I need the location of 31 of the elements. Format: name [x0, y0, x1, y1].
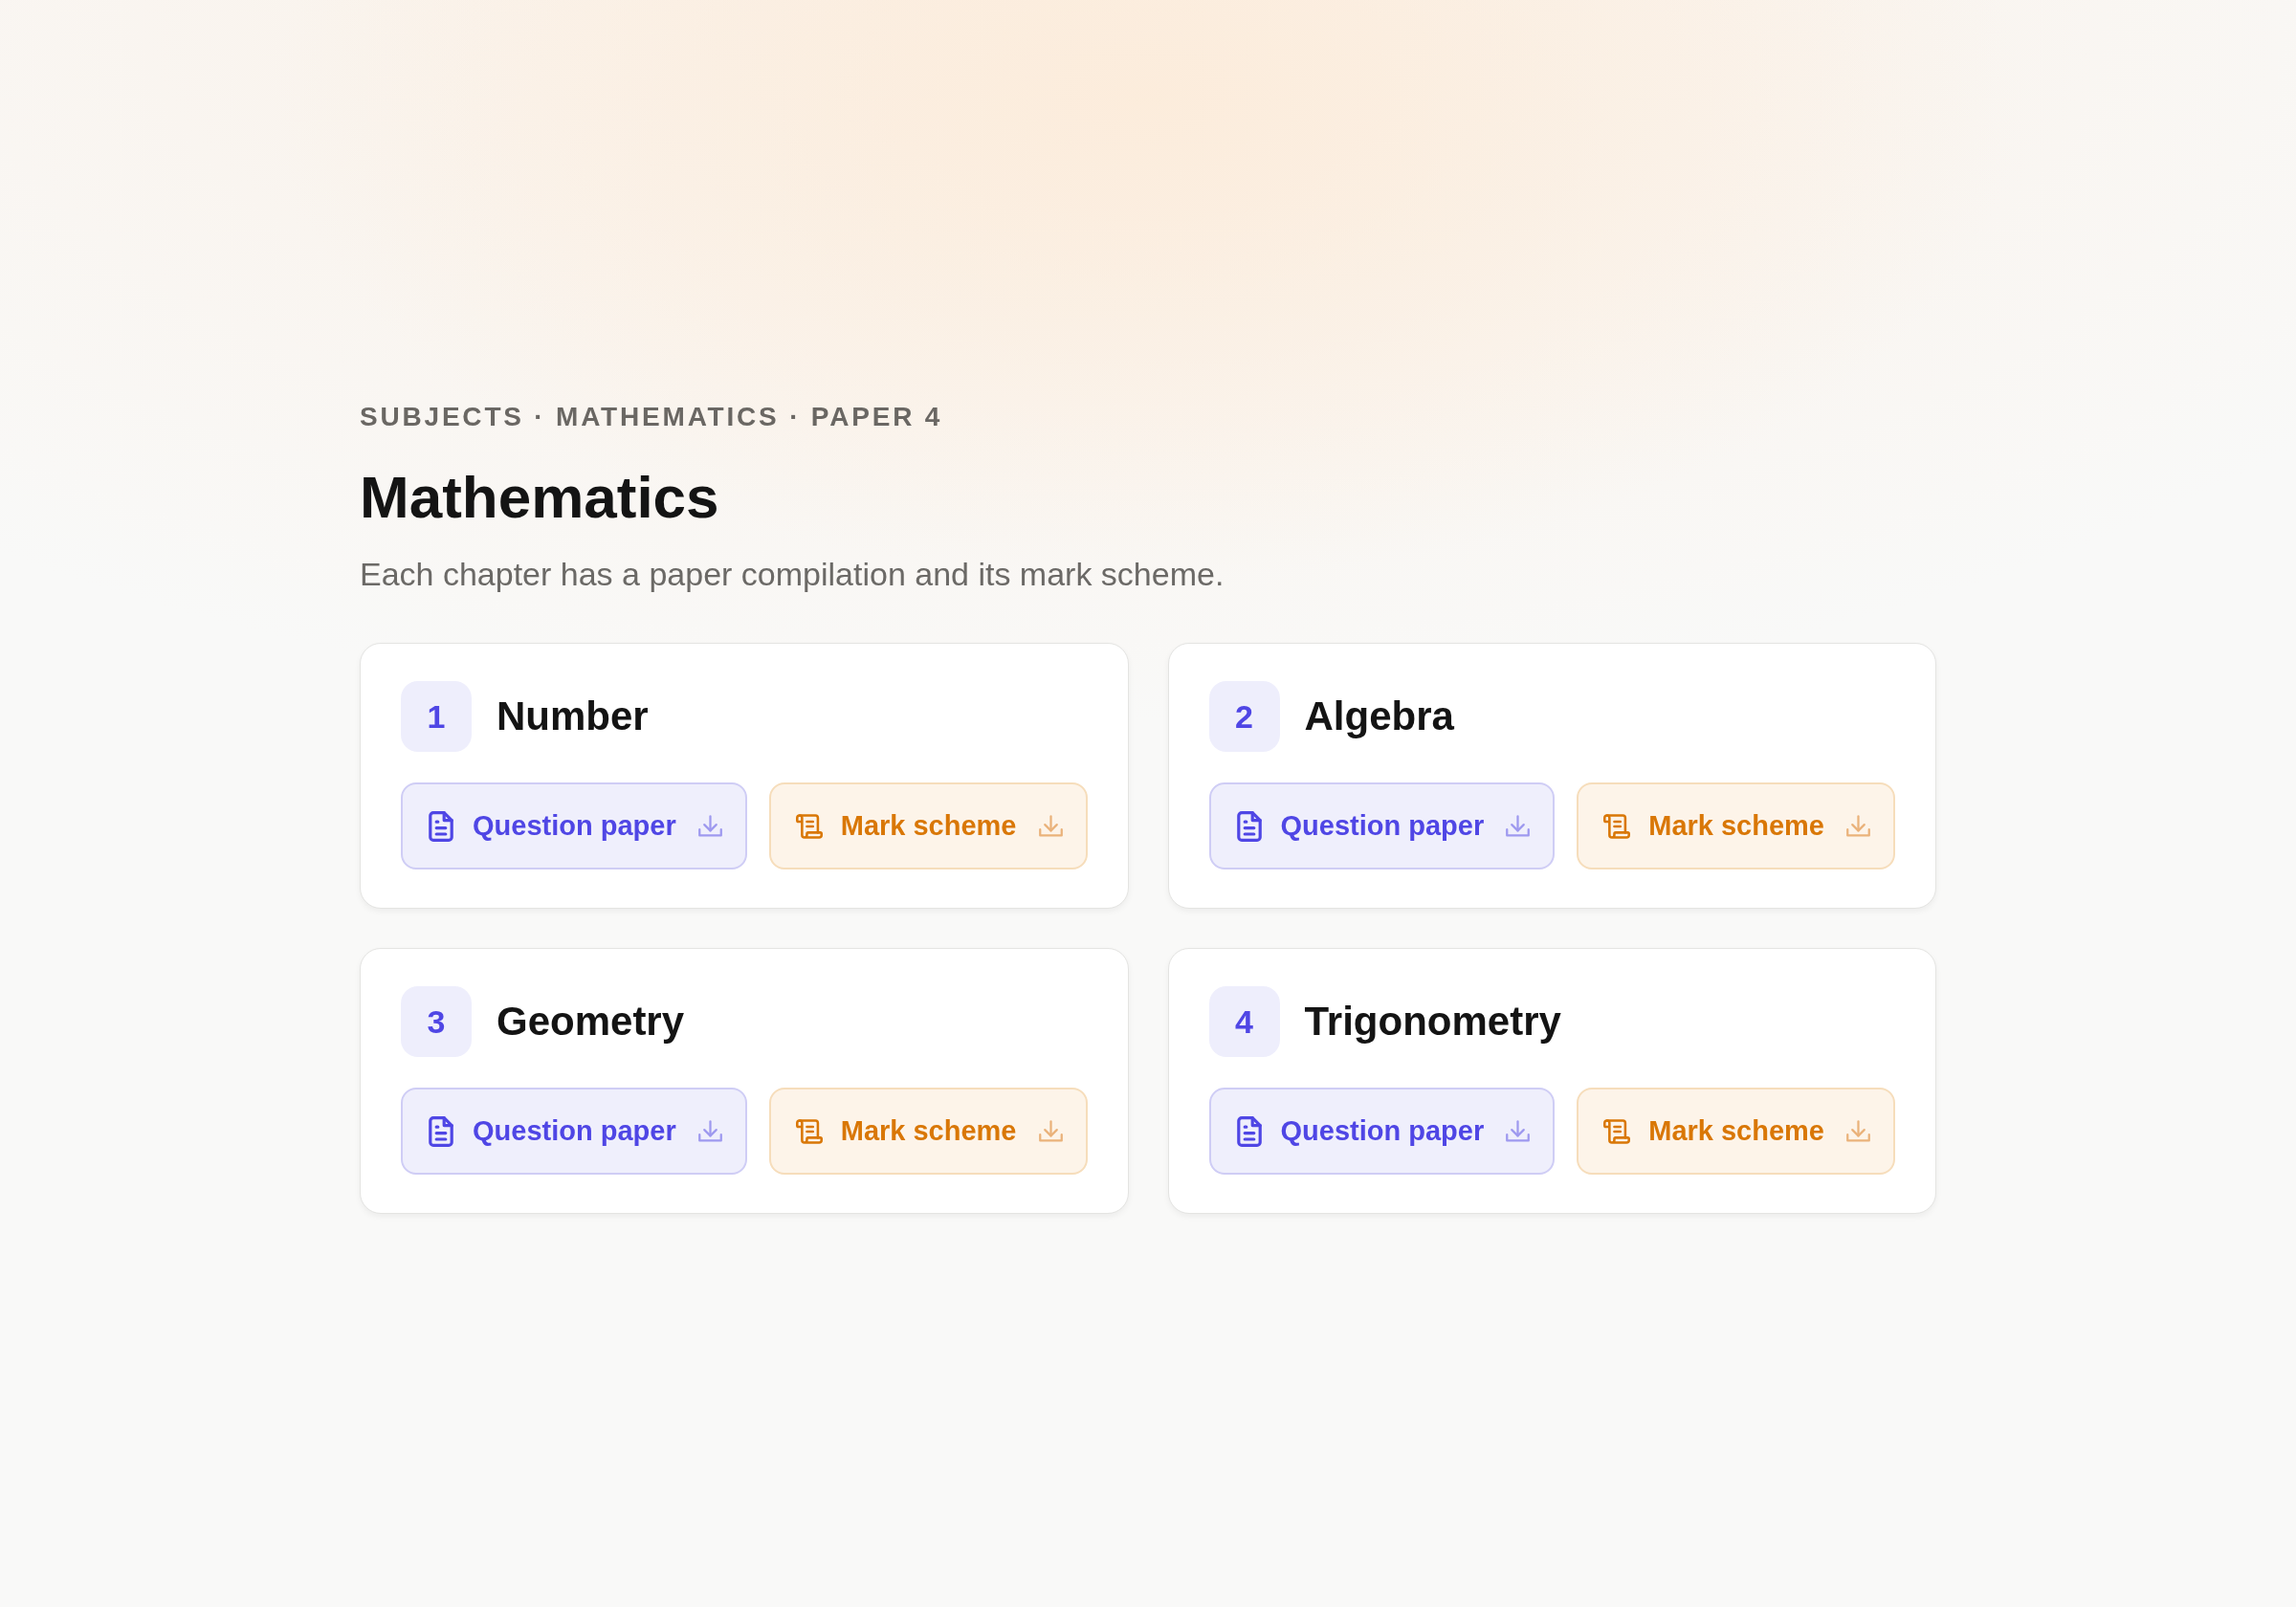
download-icon	[1846, 814, 1870, 838]
chapter-title: Number	[497, 693, 649, 739]
chapter-title: Trigonometry	[1304, 999, 1561, 1045]
chapter-title: Algebra	[1304, 693, 1454, 739]
mark-scheme-button[interactable]: Mark scheme	[768, 1088, 1088, 1175]
download-icon	[1506, 1119, 1531, 1143]
mark-scheme-button[interactable]: Mark scheme	[1577, 782, 1895, 870]
chapter-title: Geometry	[497, 999, 685, 1045]
mark-scheme-button[interactable]: Mark scheme	[1577, 1088, 1895, 1175]
document-icon	[428, 1115, 454, 1147]
download-icon	[1506, 814, 1531, 838]
breadcrumb: SUBJECTS · MATHEMATICS · PAPER 4	[360, 401, 943, 433]
chapter-number: 1	[401, 681, 472, 752]
question-paper-button[interactable]: Question paper	[1208, 1088, 1556, 1175]
page-title: Mathematics	[360, 463, 719, 532]
question-paper-button[interactable]: Question paper	[401, 782, 747, 870]
question-paper-button[interactable]: Question paper	[401, 1088, 747, 1175]
chapter-number: 4	[1208, 986, 1280, 1057]
chapter-number: 3	[401, 986, 472, 1057]
document-icon	[1235, 810, 1263, 842]
download-icon	[1038, 814, 1063, 838]
download-icon	[697, 814, 722, 838]
page-subtitle: Each chapter has a paper compilation and its mark scheme.	[360, 555, 1225, 594]
download-icon	[1038, 1119, 1063, 1143]
document-icon	[1235, 1115, 1263, 1147]
mark-scheme-button[interactable]: Mark scheme	[768, 782, 1088, 870]
question-paper-button[interactable]: Question paper	[1208, 782, 1556, 870]
download-icon	[697, 1119, 722, 1143]
chapter-number: 2	[1208, 681, 1280, 752]
download-icon	[1846, 1119, 1870, 1143]
document-icon	[428, 810, 454, 842]
